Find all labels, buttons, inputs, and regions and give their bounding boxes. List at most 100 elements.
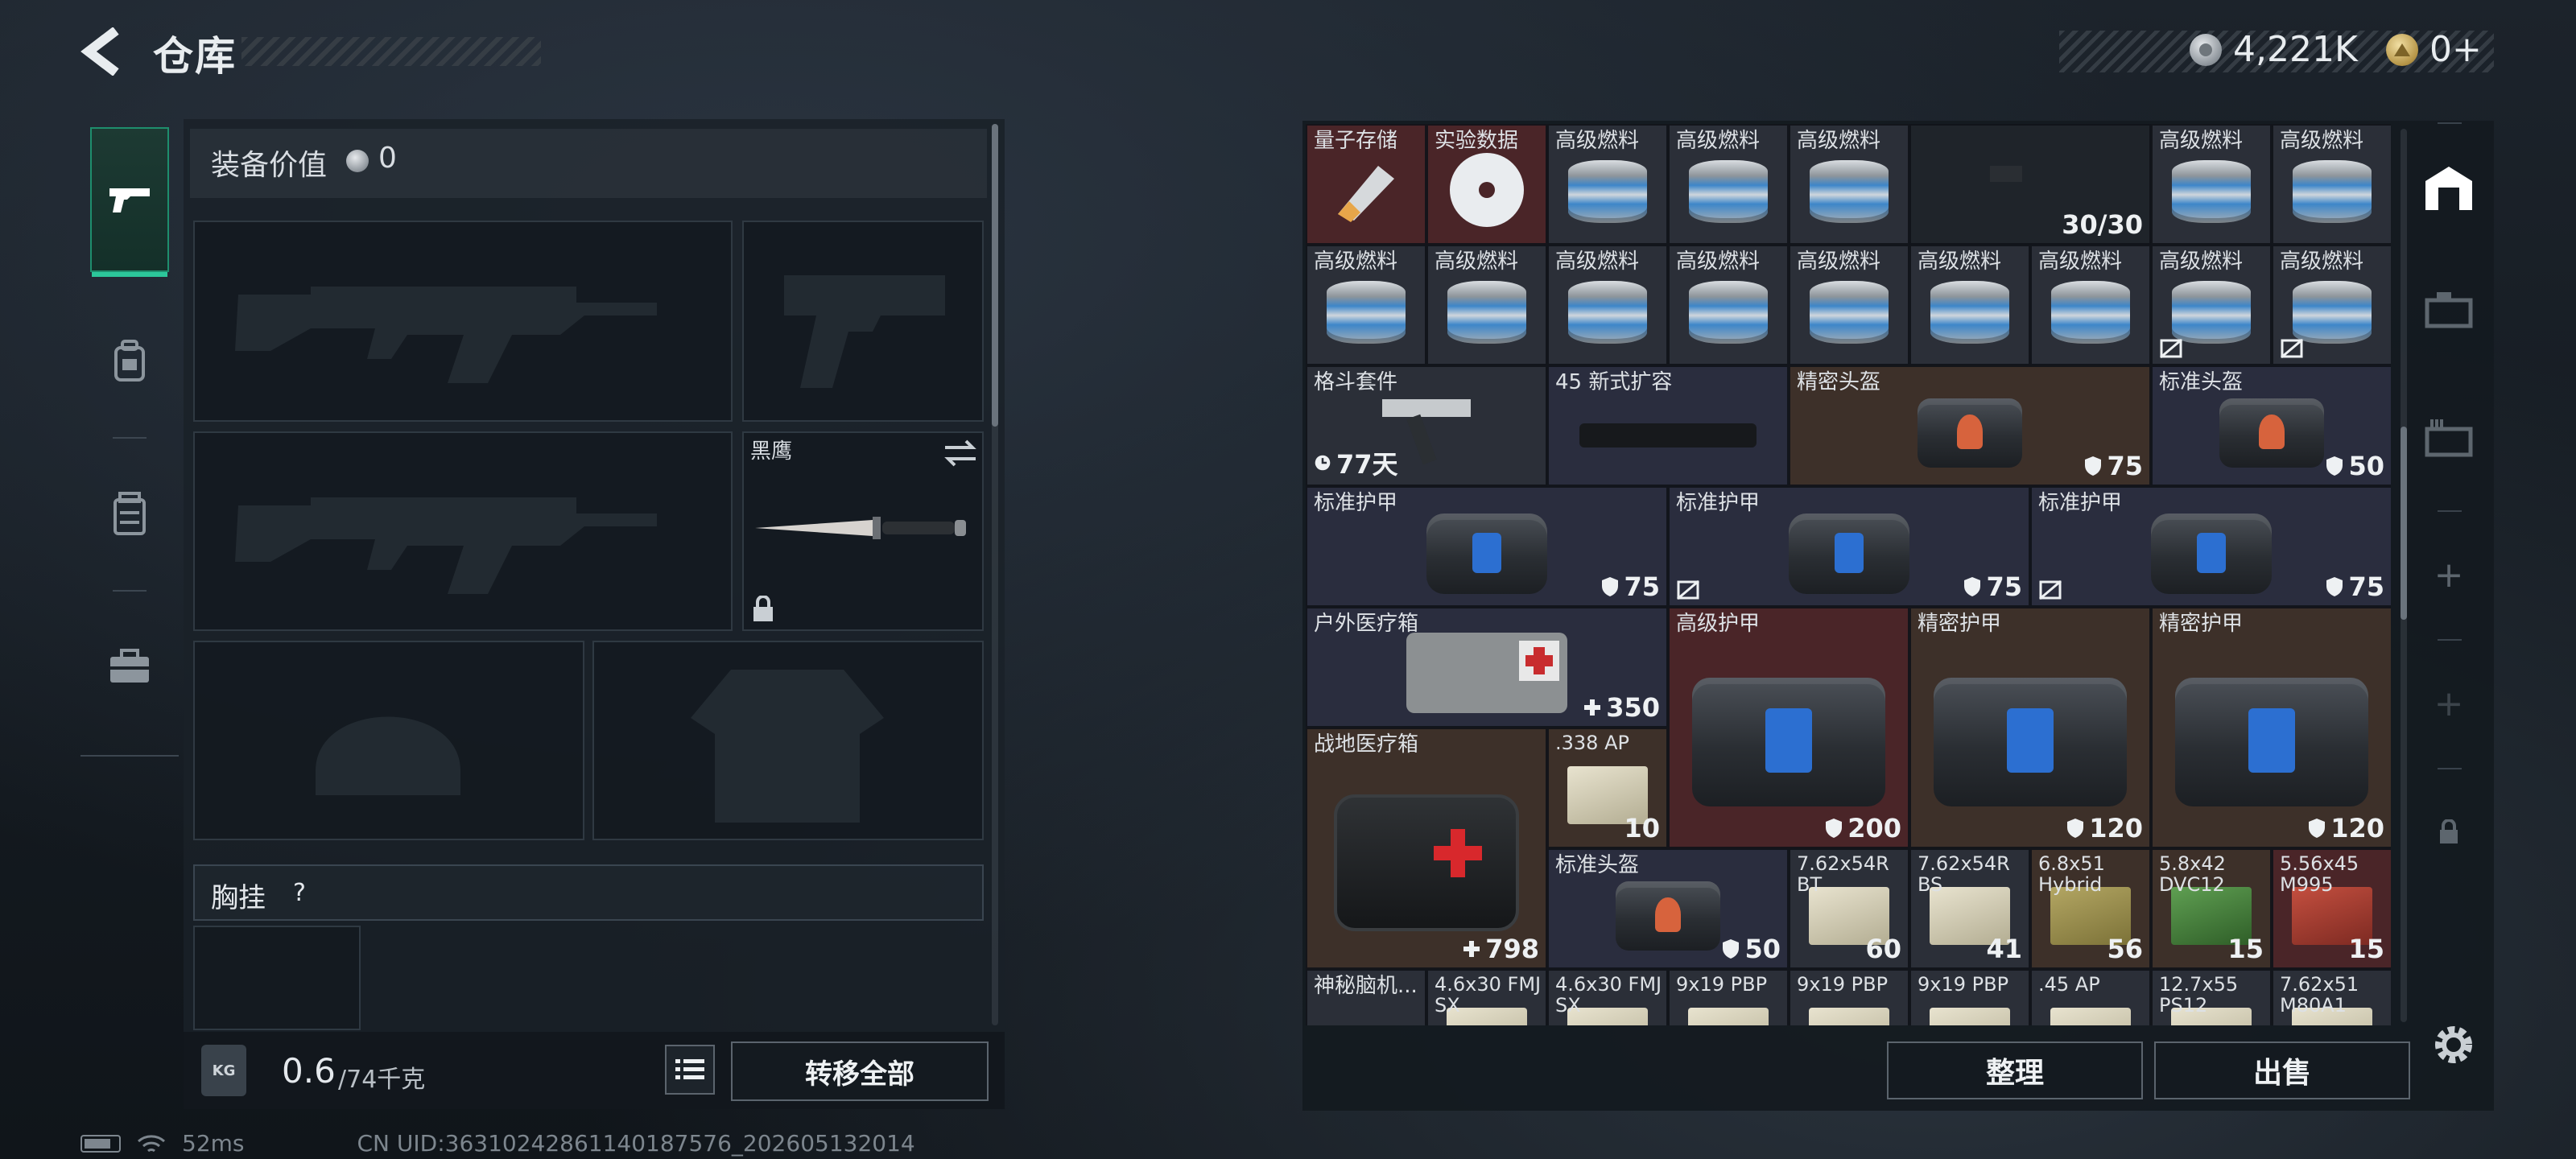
stash-item[interactable]: .338 AP 10	[1547, 728, 1668, 848]
stash-item[interactable]: 9x19 PBP	[1789, 969, 1909, 1025]
stash-item[interactable]: 高级燃料	[2151, 245, 2272, 365]
stash-item[interactable]: 4.6x30 FMJ SX	[1426, 969, 1547, 1025]
tab-stash-2[interactable]	[2417, 277, 2481, 341]
weight-max: /74千克	[338, 1066, 426, 1094]
tab-stash-main[interactable]	[2417, 156, 2481, 221]
list-view-button[interactable]	[665, 1045, 715, 1095]
no-drop-icon	[1676, 580, 1700, 600]
stash-item[interactable]: 高级燃料	[1789, 245, 1909, 365]
stash-item[interactable]: 战地医疗箱 798	[1306, 728, 1547, 969]
stash-item[interactable]: 标准护甲 75	[1306, 486, 1668, 607]
fuel-can-icon	[2172, 159, 2251, 223]
stash-item[interactable]: 5.56x45 M995 15	[2272, 848, 2391, 969]
stash-item[interactable]: 实验数据	[1426, 124, 1547, 245]
slot-pistol[interactable]	[742, 221, 984, 422]
stash-item[interactable]: 高级燃料	[1909, 245, 2030, 365]
fuel-can-icon	[2293, 280, 2372, 344]
slot-primary-weapon-1[interactable]	[193, 221, 733, 422]
stash-item[interactable]: 高级燃料	[2030, 245, 2151, 365]
stash-item[interactable]: 高级燃料	[1668, 124, 1789, 245]
armor-bag-icon	[1934, 677, 2127, 806]
tab-stash-3[interactable]	[2417, 406, 2481, 470]
silver-coin-icon	[2190, 34, 2222, 66]
stash-item[interactable]: 高级燃料	[1668, 245, 1789, 365]
sort-button[interactable]: 整理	[1887, 1041, 2143, 1099]
stash-item-name: 标准护甲	[1676, 491, 1761, 515]
stash-item[interactable]: 量子存储	[1306, 124, 1426, 245]
stash-item[interactable]: 高级燃料	[2151, 124, 2272, 245]
stash-item[interactable]: 高级燃料	[2272, 124, 2391, 245]
title-decoration	[242, 37, 541, 66]
stash-item[interactable]: 高级燃料	[1547, 245, 1668, 365]
stash-item-name: 标准头盔	[2159, 370, 2244, 394]
stash-item-value: 75	[1601, 571, 1660, 602]
stash-item[interactable]: .45 AP	[2030, 969, 2151, 1025]
fuel-can-icon	[1327, 280, 1406, 344]
slot-chest-rig[interactable]	[193, 926, 361, 1030]
category-backpack[interactable]	[90, 288, 169, 433]
stash-item[interactable]: 9x19 PBP	[1909, 969, 2030, 1025]
stash-item[interactable]: 高级燃料	[2272, 245, 2391, 365]
stash-item-value: 75	[2084, 451, 2143, 481]
melee-name: 黑鹰	[750, 439, 793, 464]
stash-item-value: 350	[1583, 692, 1660, 723]
chest-rig-label: 胸挂	[211, 882, 266, 914]
loadout-scrollbar[interactable]	[992, 124, 998, 427]
stash-item[interactable]: 7.62x51 M80A1	[2272, 969, 2391, 1025]
stash-item[interactable]: 高级护甲 200	[1668, 607, 1909, 848]
stash-item[interactable]: 4.6x30 FMJ SX	[1547, 969, 1668, 1025]
stash-item[interactable]: 精密头盔 75	[1789, 365, 2151, 486]
stash-item[interactable]: 神秘脑机...	[1306, 969, 1426, 1025]
stash-item[interactable]: 5.8x42 DVC12 15	[2151, 848, 2272, 969]
category-case[interactable]	[90, 594, 169, 739]
add-tab-icon[interactable]: +	[2417, 542, 2481, 607]
stash-item-name: 神秘脑机...	[1314, 974, 1418, 998]
stash-item[interactable]: 精密护甲 120	[1909, 607, 2151, 848]
stash-item[interactable]: 7.62x54R BS 41	[1909, 848, 2030, 969]
slot-helmet[interactable]	[193, 641, 584, 840]
stash-item[interactable]: 9x19 PBP	[1668, 969, 1789, 1025]
stash-item-value: 75	[1963, 571, 2022, 602]
stash-item[interactable]: 高级燃料	[1306, 245, 1426, 365]
stash-item-value-text: 50	[2348, 451, 2384, 481]
stash-item[interactable]: 户外医疗箱 350	[1306, 607, 1668, 728]
back-button[interactable]	[80, 27, 126, 76]
category-weapons[interactable]	[90, 127, 169, 277]
stash-item[interactable]: 精密护甲 120	[2151, 607, 2391, 848]
stash-item[interactable]: 标准头盔 50	[1547, 848, 1789, 969]
stash-item[interactable]: 6.8x51 Hybrid 56	[2030, 848, 2151, 969]
stash-scrollbar[interactable]	[2401, 427, 2407, 620]
fuel-can-icon	[2172, 280, 2251, 344]
gold-coin-icon	[2386, 34, 2418, 66]
help-icon[interactable]: ?	[275, 876, 324, 909]
stash-item-name: 9x19 PBP	[1676, 973, 1768, 996]
stash-item[interactable]: 12.7x55 PS12	[2151, 969, 2272, 1025]
category-vest[interactable]	[90, 441, 169, 586]
stash-item[interactable]: 标准护甲 75	[1668, 486, 2030, 607]
stash-item[interactable]: 45 新式扩容	[1547, 365, 1789, 486]
stash-item-name: 高级燃料	[2159, 250, 2244, 274]
usb-drive-icon	[1330, 158, 1402, 225]
settings-gear-icon[interactable]	[2428, 1019, 2479, 1070]
stash-item-name: 45 新式扩容	[1555, 370, 1673, 394]
stash-item[interactable]: 30/30	[1909, 124, 2151, 245]
slot-armor[interactable]	[592, 641, 984, 840]
swap-icon[interactable]	[943, 439, 977, 470]
stash-item[interactable]: 高级燃料	[1789, 124, 1909, 245]
slot-primary-weapon-2[interactable]	[193, 431, 733, 631]
ammo-box-icon	[1688, 1007, 1769, 1025]
rifle-silhouette-icon	[235, 497, 657, 594]
stash-item[interactable]: 高级燃料	[1547, 124, 1668, 245]
stash-item[interactable]: 格斗套件 77天	[1306, 365, 1547, 486]
fuel-can-icon	[2293, 159, 2372, 223]
stash-item[interactable]: 标准护甲 75	[2030, 486, 2391, 607]
shield-icon	[1964, 577, 1981, 596]
stash-item[interactable]: 高级燃料	[1426, 245, 1547, 365]
stash-item[interactable]: 7.62x54R BT 60	[1789, 848, 1909, 969]
stash-item-name: 高级燃料	[2038, 250, 2123, 274]
stash-item[interactable]: 标准头盔 50	[2151, 365, 2391, 486]
sell-button[interactable]: 出售	[2154, 1041, 2410, 1099]
shield-icon	[2085, 456, 2102, 476]
page-title: 仓库	[153, 33, 237, 80]
transfer-all-button[interactable]: 转移全部	[731, 1041, 989, 1101]
